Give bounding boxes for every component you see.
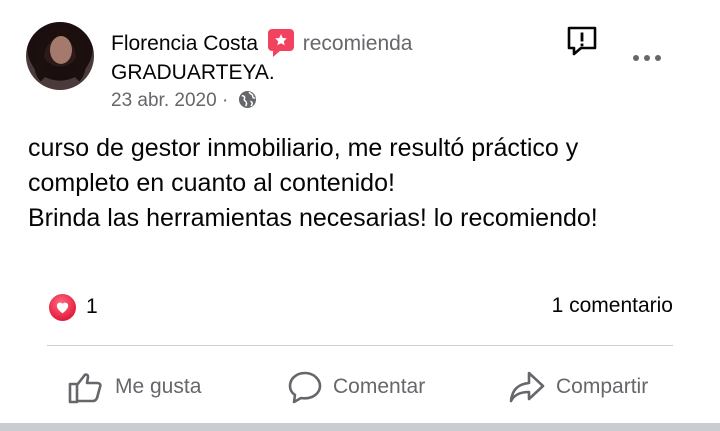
post-header: Florencia Costa recomienda — [111, 29, 412, 57]
share-label: Compartir — [556, 375, 649, 398]
post-text: curso de gestor inmobiliario, me resultó… — [28, 131, 698, 236]
avatar[interactable] — [26, 22, 94, 90]
post-meta: 23 abr. 2020 · — [111, 89, 257, 116]
avatar-face — [50, 36, 72, 64]
globe-icon — [238, 90, 257, 116]
post-text-line: Brinda las herramientas necesarias! lo r… — [28, 204, 598, 232]
reaction-count: 1 — [86, 295, 98, 318]
post-text-line: completo en cuanto al contenido! — [28, 169, 395, 197]
comment-bubble-icon — [288, 371, 322, 404]
comment-button[interactable]: Comentar — [287, 367, 425, 407]
recommends-text: recomienda — [302, 32, 413, 55]
love-icon — [47, 291, 78, 323]
page-name-link[interactable]: GRADUARTEYA — [111, 61, 269, 84]
report-icon[interactable] — [565, 24, 599, 63]
reactions-summary[interactable]: 1 — [47, 291, 98, 323]
share-button[interactable]: Compartir — [508, 367, 648, 407]
star-icon — [275, 34, 287, 46]
recommended-page: GRADUARTEYA. — [111, 60, 275, 86]
like-button[interactable]: Me gusta — [67, 367, 201, 407]
comment-label: Comentar — [333, 375, 426, 398]
like-label: Me gusta — [115, 375, 202, 398]
author-name[interactable]: Florencia Costa — [111, 32, 258, 55]
page-suffix: . — [268, 61, 275, 84]
comments-count[interactable]: 1 comentario — [552, 294, 673, 318]
date-separator: · — [221, 90, 229, 111]
recommend-badge-icon — [267, 29, 294, 57]
post-date[interactable]: 23 abr. 2020 — [111, 90, 217, 111]
thumbs-up-icon — [68, 373, 102, 404]
card-separator — [0, 423, 720, 431]
divider — [47, 345, 673, 346]
post-text-line: curso de gestor inmobiliario, me resultó… — [28, 134, 579, 162]
more-options-icon[interactable] — [632, 50, 662, 68]
share-arrow-icon — [509, 371, 545, 403]
